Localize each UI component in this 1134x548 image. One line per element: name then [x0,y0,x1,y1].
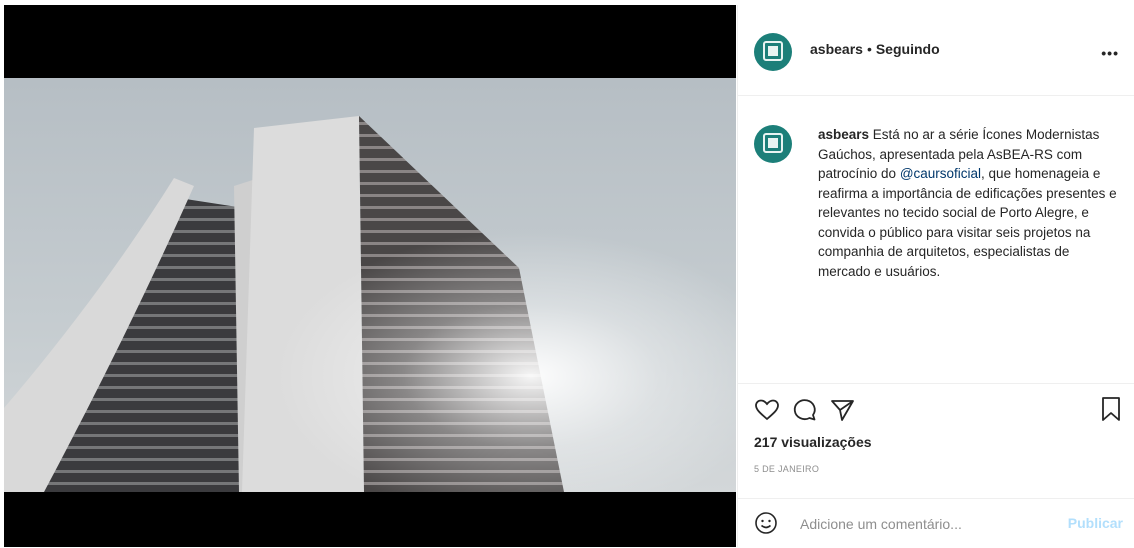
header-user: asbears • Seguindo [810,41,940,57]
more-options-icon[interactable]: ••• [1101,45,1119,61]
video-player[interactable] [4,78,736,492]
heart-icon[interactable] [754,398,780,427]
separator: • [866,41,872,57]
post-header: asbears • Seguindo ••• [738,5,1134,96]
post-date[interactable]: 5 DE JANEIRO [754,464,819,474]
asbea-logo [763,41,783,61]
action-bar: 217 visualizações 5 DE JANEIRO [738,383,1134,499]
asbea-logo [763,133,783,153]
caption-username[interactable]: asbears [818,127,869,142]
caption-section: asbears Está no ar a série Ícones Modern… [738,95,1134,385]
caption-body-end: , que homenageia e reafirma a importânci… [818,166,1117,279]
post-media [4,5,736,547]
comment-icon[interactable] [792,398,818,427]
smiley-icon[interactable] [754,511,778,540]
post-details-panel: asbears • Seguindo ••• asbears Está no ar … [737,5,1134,547]
caption-avatar[interactable] [754,125,792,163]
comment-bar: Publicar [738,498,1134,548]
share-icon[interactable] [830,398,856,427]
caption-mention[interactable]: @caursoficial [900,166,981,181]
caption-text: asbears Está no ar a série Ícones Modern… [818,125,1118,281]
username-link[interactable]: asbears [810,41,863,57]
follow-status[interactable]: Seguindo [876,41,940,57]
view-count[interactable]: 217 visualizações [754,434,872,450]
bookmark-icon[interactable] [1100,396,1122,427]
publish-button[interactable]: Publicar [1068,515,1123,531]
avatar[interactable] [754,33,792,71]
building-photo [4,78,736,492]
comment-input[interactable] [798,513,1052,535]
